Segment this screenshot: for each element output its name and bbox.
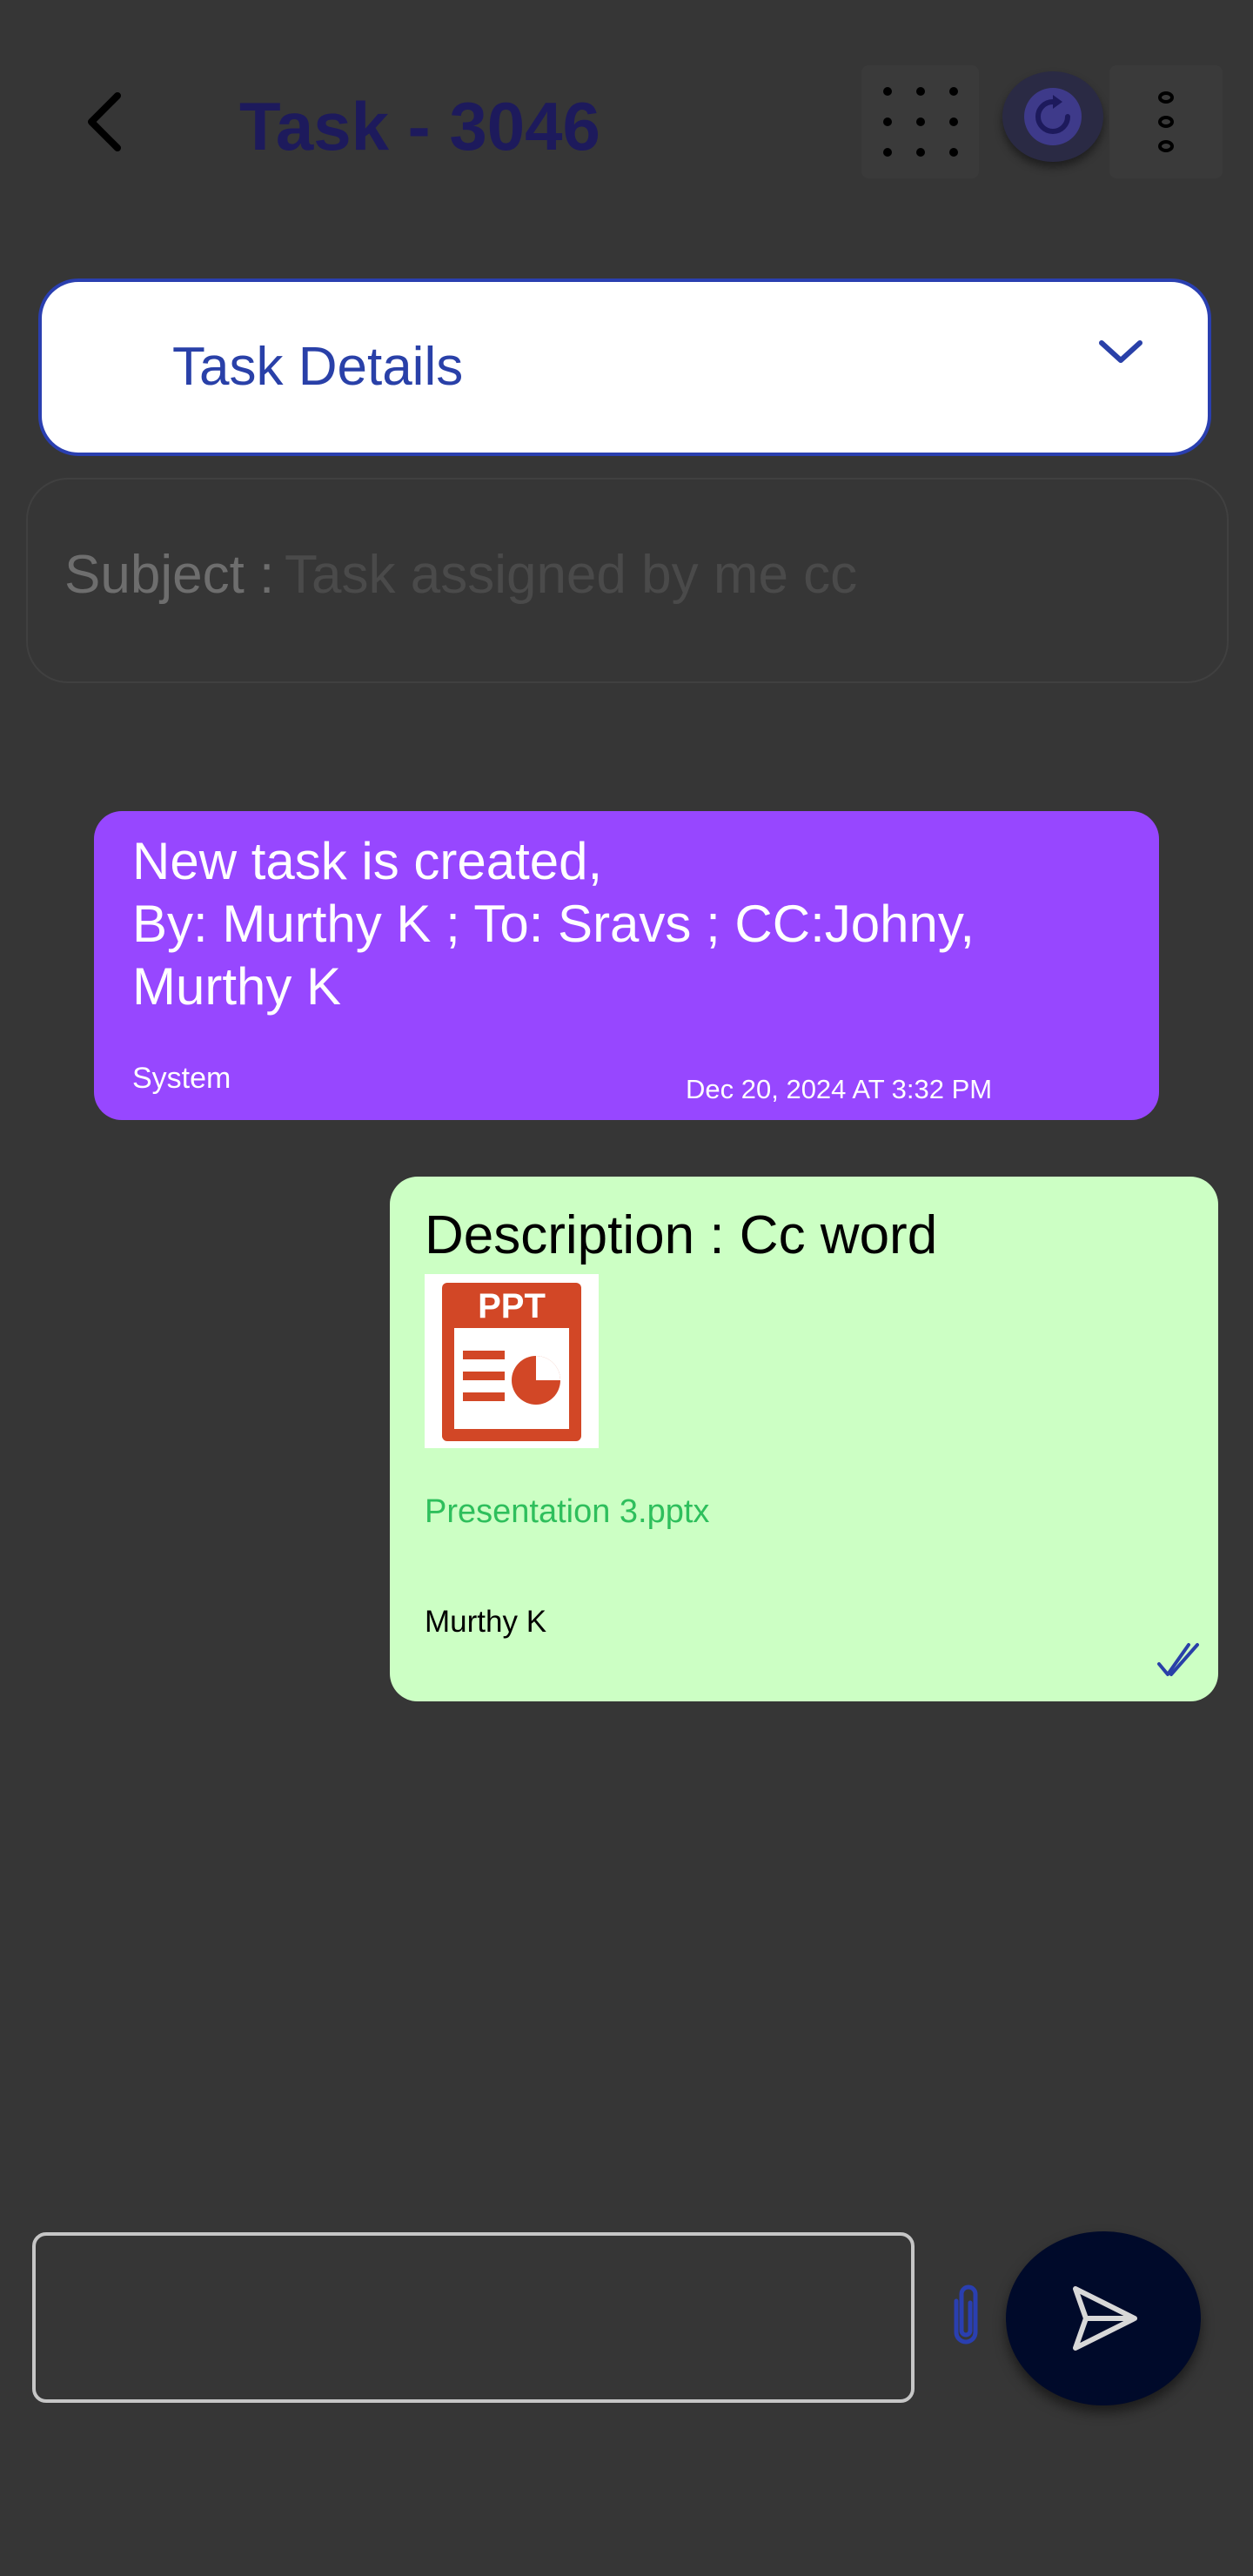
refresh-button[interactable] (1002, 71, 1103, 162)
attach-button[interactable] (940, 2276, 992, 2354)
send-button[interactable] (1006, 2231, 1201, 2405)
system-message-line: By: Murthy K ; To: Sravs ; CC:Johny, (132, 895, 975, 953)
refresh-icon (1024, 88, 1082, 145)
chevron-down-icon (1099, 340, 1142, 363)
double-check-icon (1157, 1643, 1199, 1676)
paperclip-icon (954, 2284, 978, 2345)
subject-value: Task assigned by me cc (285, 545, 858, 605)
send-icon (1073, 2286, 1137, 2351)
user-message-bubble: Description : Cc word PPT Presentation 3… (390, 1177, 1218, 1701)
system-message-line: New task is created, (132, 832, 603, 890)
subject-label: Subject : (64, 545, 275, 605)
attachment-thumbnail[interactable]: PPT (425, 1274, 599, 1448)
more-vertical-icon (1158, 91, 1174, 152)
ppt-file-icon: PPT (442, 1283, 581, 1441)
message-input[interactable] (36, 2236, 911, 2399)
message-input-box[interactable] (32, 2232, 915, 2403)
attachment-link[interactable]: Presentation 3.pptx (425, 1493, 709, 1531)
chevron-left-icon (88, 92, 121, 151)
more-options-button[interactable] (1109, 65, 1223, 178)
ppt-icon-label: PPT (478, 1287, 546, 1325)
system-message-text: New task is created, By: Murthy K ; To: … (132, 830, 1133, 1018)
description-text: Description : Cc word (425, 1205, 938, 1265)
system-message-bubble: New task is created, By: Murthy K ; To: … (94, 811, 1159, 1120)
grid-menu-button[interactable] (861, 65, 979, 178)
system-message-line: Murthy K (132, 957, 342, 1016)
task-details-label: Task Details (172, 337, 464, 397)
message-sender: System (132, 1062, 231, 1095)
back-button[interactable] (70, 83, 139, 161)
page-title: Task - 3046 (239, 88, 600, 164)
message-timestamp: Dec 20, 2024 AT 3:32 PM (686, 1074, 993, 1104)
dots-grid-icon (882, 87, 958, 157)
message-sender: Murthy K (425, 1605, 547, 1639)
subject-field: Subject : Task assigned by me cc (26, 478, 1229, 683)
task-details-dropdown[interactable]: Task Details (38, 278, 1211, 456)
